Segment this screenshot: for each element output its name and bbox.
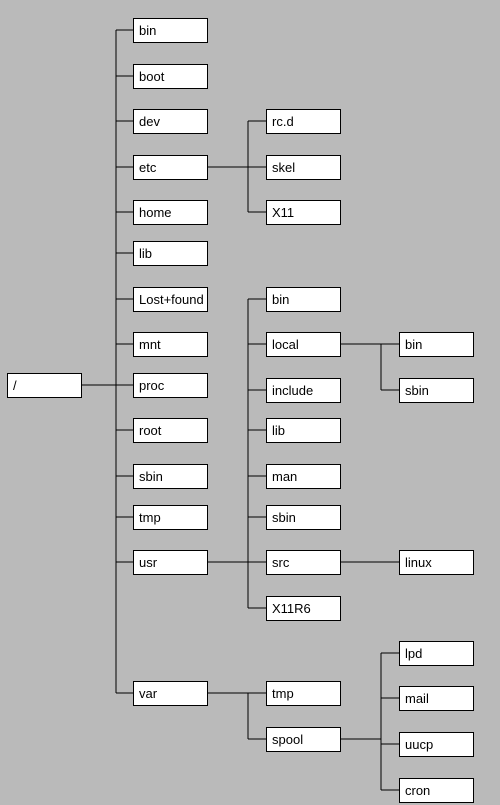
dir-lib: lib bbox=[133, 241, 208, 266]
dir-root-dir: root bbox=[133, 418, 208, 443]
dir-var-spool-uucp: uucp bbox=[399, 732, 474, 757]
dir-var-spool-cron: cron bbox=[399, 778, 474, 803]
dir-usr-x11r6: X11R6 bbox=[266, 596, 341, 621]
dir-usr-sbin: sbin bbox=[266, 505, 341, 530]
dir-etc-skel: skel bbox=[266, 155, 341, 180]
dir-usr-local: local bbox=[266, 332, 341, 357]
dir-usr-man: man bbox=[266, 464, 341, 489]
dir-proc: proc bbox=[133, 373, 208, 398]
dir-usr-src-linux: linux bbox=[399, 550, 474, 575]
dir-var-spool-mail: mail bbox=[399, 686, 474, 711]
dir-lostfound: Lost+found bbox=[133, 287, 208, 312]
dir-usr-local-sbin: sbin bbox=[399, 378, 474, 403]
dir-var-spool: spool bbox=[266, 727, 341, 752]
dir-sbin: sbin bbox=[133, 464, 208, 489]
dir-var-spool-lpd: lpd bbox=[399, 641, 474, 666]
dir-usr-include: include bbox=[266, 378, 341, 403]
dir-home: home bbox=[133, 200, 208, 225]
dir-boot: boot bbox=[133, 64, 208, 89]
dir-usr-bin: bin bbox=[266, 287, 341, 312]
dir-usr-src: src bbox=[266, 550, 341, 575]
dir-mnt: mnt bbox=[133, 332, 208, 357]
dir-bin: bin bbox=[133, 18, 208, 43]
dir-usr-local-bin: bin bbox=[399, 332, 474, 357]
dir-usr-lib: lib bbox=[266, 418, 341, 443]
dir-etc-rcd: rc.d bbox=[266, 109, 341, 134]
connector-lines bbox=[0, 0, 500, 805]
dir-tmp: tmp bbox=[133, 505, 208, 530]
dir-etc-x11: X11 bbox=[266, 200, 341, 225]
dir-var: var bbox=[133, 681, 208, 706]
dir-var-tmp: tmp bbox=[266, 681, 341, 706]
dir-dev: dev bbox=[133, 109, 208, 134]
dir-etc: etc bbox=[133, 155, 208, 180]
dir-root: / bbox=[7, 373, 82, 398]
dir-usr: usr bbox=[133, 550, 208, 575]
